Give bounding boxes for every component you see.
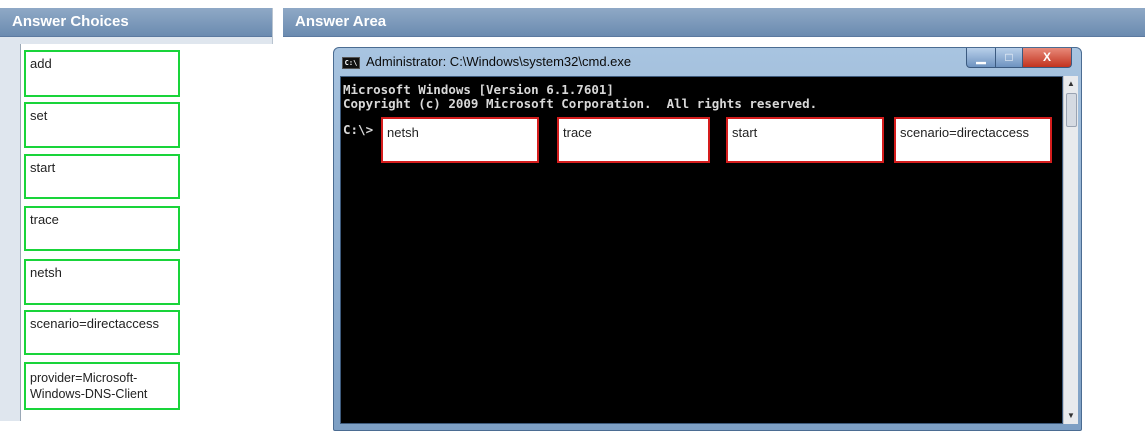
cmd-icon: C:\ (342, 57, 360, 69)
console-prompt: C:\> (343, 122, 374, 137)
choice-set[interactable]: set (24, 102, 180, 148)
console-copyright-line: Copyright (c) 2009 Microsoft Corporation… (343, 96, 818, 111)
choice-netsh[interactable]: netsh (24, 259, 180, 305)
drop-slot-2[interactable]: trace (557, 117, 710, 163)
cmd-console: Microsoft Windows [Version 6.1.7601] Cop… (340, 76, 1063, 424)
drop-slot-1[interactable]: netsh (381, 117, 539, 163)
answer-area: C:\ Administrator: C:\Windows\system32\c… (283, 37, 1145, 431)
cmd-window-title: Administrator: C:\Windows\system32\cmd.e… (366, 54, 632, 69)
choice-start[interactable]: start (24, 154, 180, 199)
maximize-button[interactable]: □ (995, 48, 1023, 68)
scroll-up-arrow-icon[interactable]: ▲ (1064, 76, 1078, 92)
answer-area-panel: Answer Area C:\ Administrator: C:\Window… (283, 8, 1145, 431)
cmd-window: C:\ Administrator: C:\Windows\system32\c… (333, 47, 1082, 431)
console-version-line: Microsoft Windows [Version 6.1.7601] (343, 82, 614, 97)
drop-slot-3[interactable]: start (726, 117, 884, 163)
answer-choices-panel: Answer Choices add set start trace netsh… (0, 8, 273, 421)
drop-slot-4[interactable]: scenario=directaccess (894, 117, 1052, 163)
minimize-button[interactable]: ▁ (966, 48, 996, 68)
scroll-thumb[interactable] (1066, 93, 1077, 127)
answer-choices-list: add set start trace netsh scenario=direc… (20, 44, 273, 421)
choice-add[interactable]: add (24, 50, 180, 97)
scroll-down-arrow-icon[interactable]: ▼ (1064, 408, 1078, 424)
answer-area-title: Answer Area (283, 8, 1145, 37)
choice-provider-dns-client[interactable]: provider=Microsoft-Windows-DNS-Client (24, 362, 180, 410)
cmd-scrollbar[interactable]: ▲ ▼ (1063, 76, 1078, 424)
choice-scenario-directaccess[interactable]: scenario=directaccess (24, 310, 180, 355)
answer-choices-title: Answer Choices (0, 8, 272, 37)
cmd-title-bar[interactable]: C:\ Administrator: C:\Windows\system32\c… (334, 48, 1081, 76)
close-button[interactable]: X (1022, 48, 1072, 68)
choice-trace[interactable]: trace (24, 206, 180, 251)
